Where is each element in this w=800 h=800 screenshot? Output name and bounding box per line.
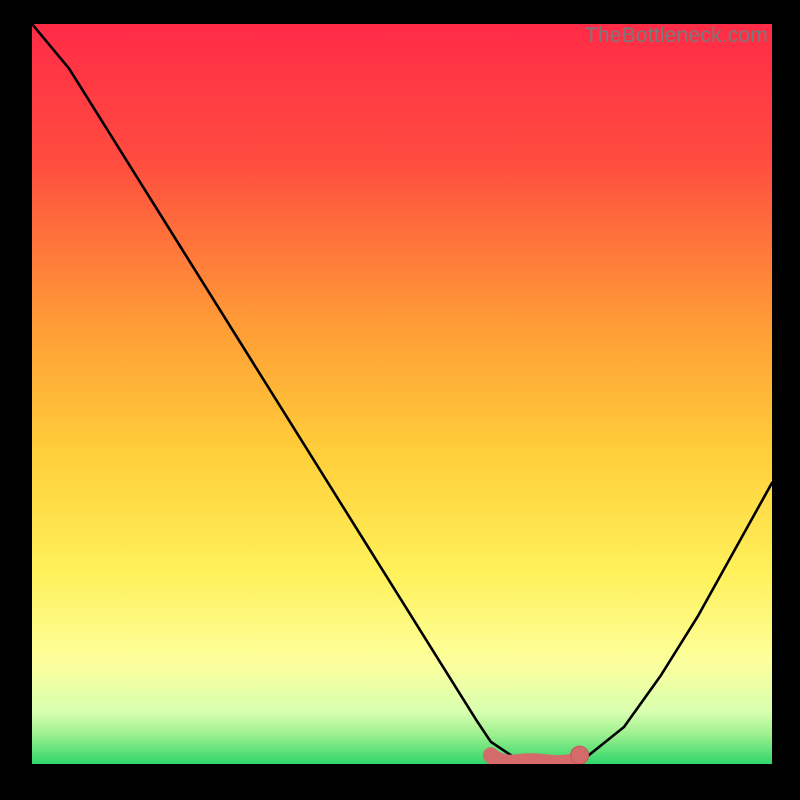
plot-area: TheBottleneck.com bbox=[32, 24, 772, 764]
chart-frame: TheBottleneck.com bbox=[0, 0, 800, 800]
plateau-marker bbox=[32, 24, 772, 764]
